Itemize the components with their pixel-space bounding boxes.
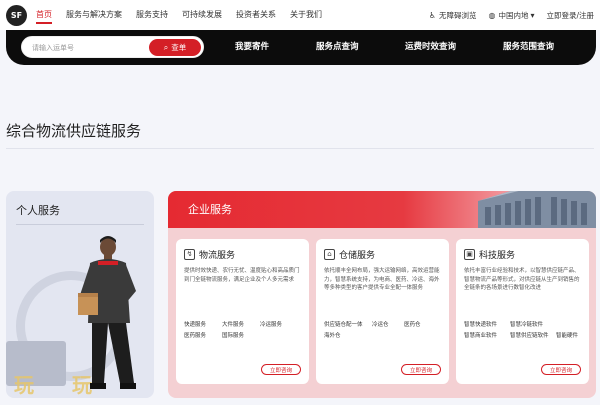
region-selector[interactable]: ◍ 中国内地 ▾	[488, 10, 534, 21]
card-title: 物流服务	[199, 251, 236, 261]
nav-item-investor-relations[interactable]: 投资者关系	[236, 0, 276, 30]
consult-button[interactable]: 立即咨询	[261, 364, 301, 375]
divider	[16, 224, 144, 225]
waybill-search-box: ⌕ 查单	[21, 36, 204, 58]
service-tag[interactable]: 智慧快递软件	[464, 320, 510, 331]
sf-logo[interactable]: SF	[6, 5, 27, 26]
track-button-label: 查单	[171, 43, 187, 52]
service-tag[interactable]: 国际服务	[222, 331, 260, 342]
section-title: 综合物流供应链服务	[6, 122, 142, 140]
accessibility-link[interactable]: ♿ 无障碍浏览	[429, 10, 477, 21]
nav-item-about[interactable]: 关于我们	[290, 0, 322, 30]
technology-icon: ▣	[464, 249, 475, 260]
main-nav: 首页 服务与解决方案 服务支持 可持续发展 投资者关系 关于我们	[36, 0, 336, 30]
service-tags: 智慧快递软件 智慧冷链软件 智慧商业软件 智慧供应链软件 智能硬件	[464, 320, 584, 342]
service-tag[interactable]: 冷运服务	[260, 320, 298, 331]
service-tag[interactable]: 智慧冷链软件	[510, 320, 556, 331]
courier-image	[78, 236, 136, 389]
card-header: ⌂ 仓储服务	[324, 248, 375, 261]
nav-item-home[interactable]: 首页	[36, 0, 52, 30]
card-title: 仓储服务	[339, 251, 376, 261]
quick-link-send[interactable]: 我要寄件	[235, 30, 269, 65]
service-tag[interactable]: 供应链仓配一体	[324, 320, 372, 331]
logistics-icon: ↯	[184, 249, 195, 260]
warehouse-icon: ⌂	[324, 249, 335, 260]
enterprise-service-title: 企业服务	[188, 203, 232, 216]
card-header: ↯ 物流服务	[184, 248, 235, 261]
card-header: ▣ 科技服务	[464, 248, 515, 261]
technology-service-card[interactable]: ▣ 科技服务 依托丰富行业经验和技术，以智慧供应链产品、智慧物流产品等形式，对供…	[456, 239, 589, 384]
accessibility-icon: ♿	[428, 10, 436, 20]
service-tag[interactable]: 智慧供应链软件	[510, 331, 556, 342]
utility-links: ♿ 无障碍浏览 ◍ 中国内地 ▾ 立即登录/注册	[417, 0, 594, 30]
service-tags: 快递服务 大件服务 冷运服务 医药服务 国际服务	[184, 320, 304, 342]
service-tag[interactable]: 大件服务	[222, 320, 260, 331]
service-tag[interactable]: 智能硬件	[556, 331, 582, 342]
nav-item-support[interactable]: 服务支持	[136, 0, 168, 30]
service-tag[interactable]: 快递服务	[184, 320, 222, 331]
service-tag[interactable]: 医药服务	[184, 331, 222, 342]
divider	[6, 148, 594, 149]
track-button[interactable]: ⌕ 查单	[149, 39, 201, 56]
enterprise-service-panel: 企业服务 ↯ 物流服务 提供时效快递、农行无忧、温度贴心和高品质门到门全链物流服…	[168, 191, 596, 398]
personal-service-card[interactable]: 个人服务 玩玩	[6, 191, 154, 398]
nav-item-sustainability[interactable]: 可持续发展	[182, 0, 222, 30]
search-icon: ⌕	[163, 42, 169, 52]
service-tag[interactable]: 冷运仓	[372, 320, 404, 331]
logistics-service-card[interactable]: ↯ 物流服务 提供时效快递、农行无忧、温度贴心和高品质门到门全链物流服务，满足企…	[176, 239, 309, 384]
service-tag[interactable]: 医药仓	[404, 320, 436, 331]
card-description: 依托顺丰全网布局，强大运输网络，高效运营能力，智慧系统支持，为电商、医药、冷运、…	[324, 268, 440, 291]
warehouse-image	[478, 191, 596, 228]
card-description: 依托丰富行业经验和技术，以智慧供应链产品、智慧物流产品等形式，对供应链从生产到销…	[464, 268, 580, 291]
quick-link-service-points[interactable]: 服务点查询	[316, 30, 359, 65]
accessibility-label: 无障碍浏览	[438, 10, 477, 20]
enterprise-header: 企业服务	[168, 191, 596, 228]
personal-service-title: 个人服务	[16, 204, 60, 217]
service-tag[interactable]: 智慧商业软件	[464, 331, 510, 342]
service-tags: 供应链仓配一体 冷运仓 医药仓 海外仓	[324, 320, 444, 342]
card-description: 提供时效快递、农行无忧、温度贴心和高品质门到门全链物流服务，满足企业及个人多元需…	[184, 268, 300, 283]
top-navigation: SF 首页 服务与解决方案 服务支持 可持续发展 投资者关系 关于我们 ♿ 无障…	[0, 0, 600, 30]
consult-button[interactable]: 立即咨询	[541, 364, 581, 375]
warehousing-service-card[interactable]: ⌂ 仓储服务 依托顺丰全网布局，强大运输网络，高效运营能力，智慧系统支持，为电商…	[316, 239, 449, 384]
search-bar: ⌕ 查单 我要寄件 服务点查询 运费时效查询 服务范围查询	[6, 30, 596, 65]
quick-link-freight-time[interactable]: 运费时效查询	[405, 30, 456, 65]
quick-link-service-area[interactable]: 服务范围查询	[503, 30, 554, 65]
chevron-down-icon: ▾	[530, 10, 535, 20]
login-link[interactable]: 立即登录/注册	[546, 10, 594, 21]
nav-item-solutions[interactable]: 服务与解决方案	[66, 0, 122, 30]
service-tag[interactable]: 海外仓	[324, 331, 362, 342]
waybill-input[interactable]	[32, 41, 142, 55]
card-title: 科技服务	[479, 251, 516, 261]
globe-icon: ◍	[488, 10, 496, 20]
consult-button[interactable]: 立即咨询	[401, 364, 441, 375]
region-label: 中国内地	[498, 10, 529, 20]
